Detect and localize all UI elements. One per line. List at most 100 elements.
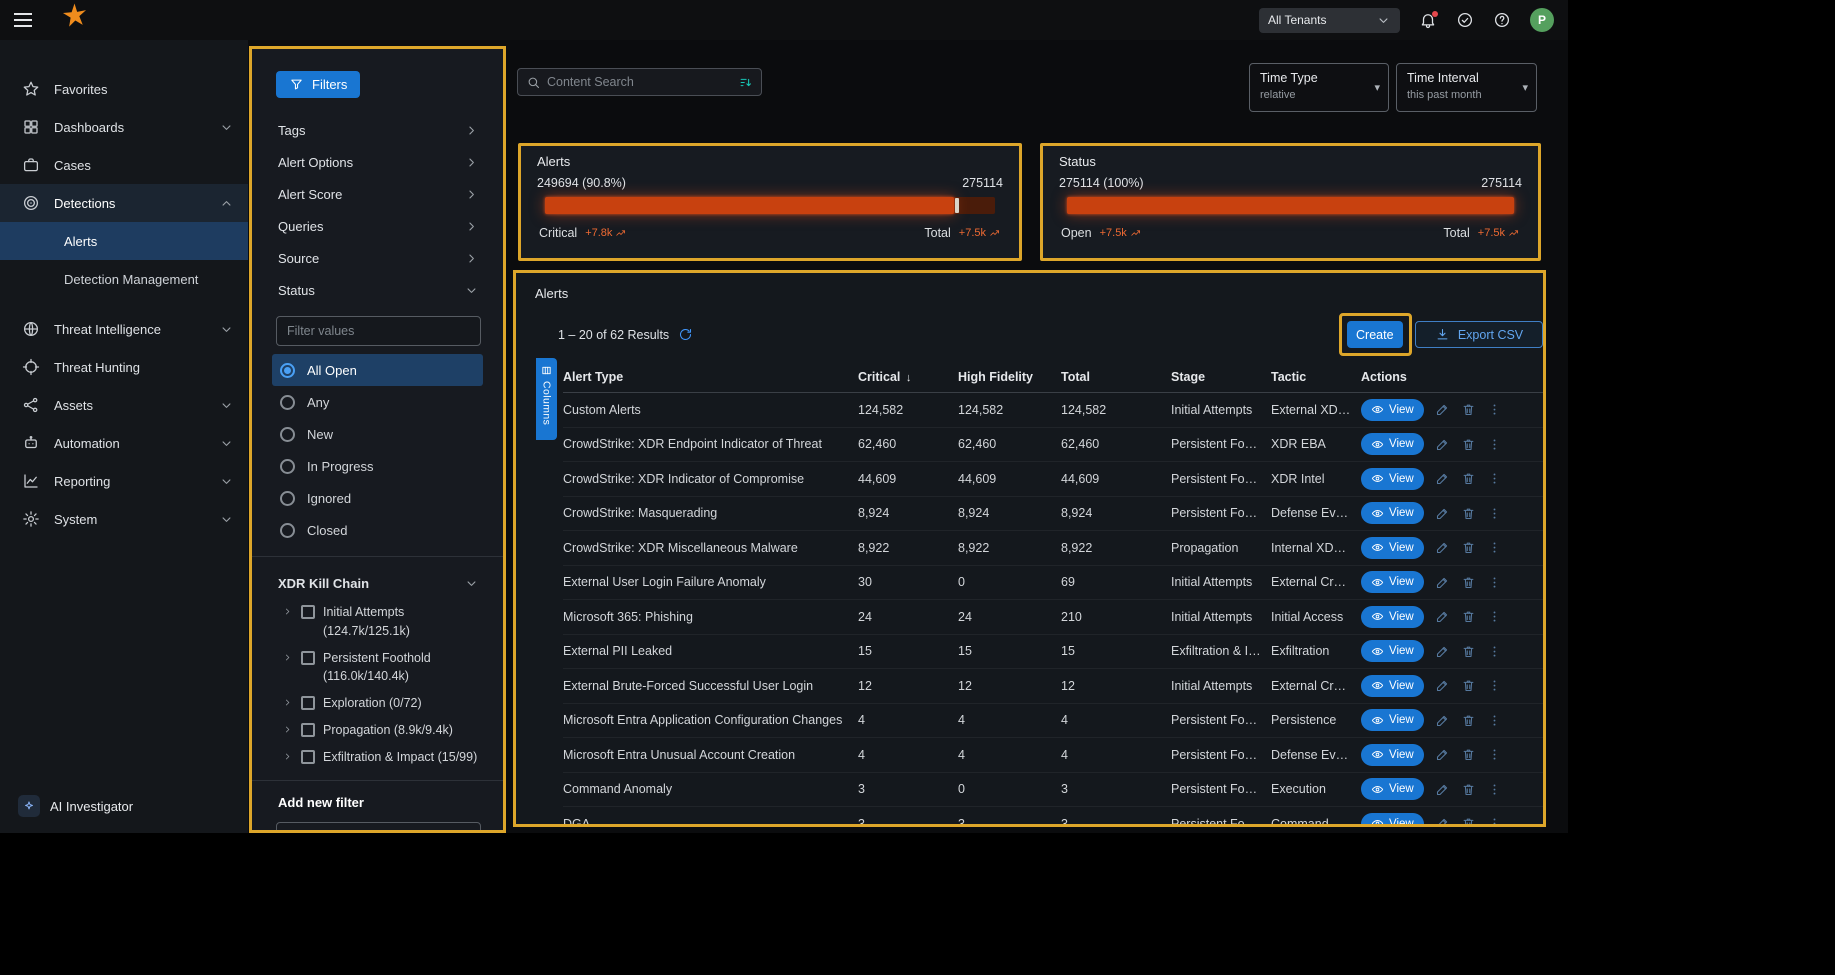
column-header-alert-type[interactable]: Alert Type — [563, 370, 858, 384]
more-icon[interactable] — [1487, 437, 1502, 452]
sidebar-item-reporting[interactable]: Reporting — [0, 462, 248, 500]
status-option-new[interactable]: New — [272, 418, 483, 450]
view-button[interactable]: View — [1361, 433, 1424, 455]
edit-icon[interactable] — [1435, 575, 1450, 590]
view-button[interactable]: View — [1361, 778, 1424, 800]
delete-icon[interactable] — [1461, 506, 1476, 521]
help-button[interactable] — [1493, 11, 1511, 29]
status-option-closed[interactable]: Closed — [272, 514, 483, 546]
view-button[interactable]: View — [1361, 502, 1424, 524]
sidebar-item-threat-hunting[interactable]: Threat Hunting — [0, 348, 248, 386]
filter-section-alert-score[interactable]: Alert Score — [252, 178, 503, 210]
sidebar-item-dashboards[interactable]: Dashboards — [0, 108, 248, 146]
time-type-select[interactable]: Time Type relative ▾ — [1249, 63, 1389, 112]
sidebar-item-detection-management[interactable]: Detection Management — [0, 260, 248, 298]
sidebar-item-cases[interactable]: Cases — [0, 146, 248, 184]
delete-icon[interactable] — [1461, 713, 1476, 728]
sidebar-item-system[interactable]: System — [0, 500, 248, 538]
tenant-selector[interactable]: All Tenants — [1259, 8, 1400, 33]
more-icon[interactable] — [1487, 644, 1502, 659]
view-button[interactable]: View — [1361, 537, 1424, 559]
status-option-ignored[interactable]: Ignored — [272, 482, 483, 514]
delete-icon[interactable] — [1461, 540, 1476, 555]
column-header-high-fidelity[interactable]: High Fidelity — [958, 370, 1061, 384]
delete-icon[interactable] — [1461, 678, 1476, 693]
edit-icon[interactable] — [1435, 609, 1450, 624]
delete-icon[interactable] — [1461, 437, 1476, 452]
column-header-total[interactable]: Total — [1061, 370, 1171, 384]
more-icon[interactable] — [1487, 540, 1502, 555]
kill-chain-item-initial-attempts[interactable]: Initial Attempts (124.7k/125.1k) — [252, 599, 503, 645]
more-icon[interactable] — [1487, 609, 1502, 624]
more-icon[interactable] — [1487, 678, 1502, 693]
view-button[interactable]: View — [1361, 813, 1424, 827]
edit-icon[interactable] — [1435, 540, 1450, 555]
edit-icon[interactable] — [1435, 678, 1450, 693]
delete-icon[interactable] — [1461, 816, 1476, 827]
status-option-all-open[interactable]: All Open — [272, 354, 483, 386]
sidebar-item-threat-intelligence[interactable]: Threat Intelligence — [0, 310, 248, 348]
notifications-button[interactable] — [1419, 11, 1437, 29]
more-icon[interactable] — [1487, 747, 1502, 762]
more-icon[interactable] — [1487, 713, 1502, 728]
more-icon[interactable] — [1487, 506, 1502, 521]
delete-icon[interactable] — [1461, 782, 1476, 797]
sidebar-item-automation[interactable]: Automation — [0, 424, 248, 462]
delete-icon[interactable] — [1461, 402, 1476, 417]
sidebar-item-alerts[interactable]: Alerts — [0, 222, 248, 260]
status-option-any[interactable]: Any — [272, 386, 483, 418]
delete-icon[interactable] — [1461, 644, 1476, 659]
edit-icon[interactable] — [1435, 437, 1450, 452]
menu-button[interactable] — [12, 19, 34, 21]
content-search-input[interactable] — [547, 75, 732, 89]
refresh-icon[interactable] — [678, 327, 693, 342]
kill-chain-item-exfiltration-impact[interactable]: Exfiltration & Impact (15/99) — [252, 744, 503, 771]
sidebar-item-assets[interactable]: Assets — [0, 386, 248, 424]
view-button[interactable]: View — [1361, 571, 1424, 593]
columns-tab[interactable]: Columns — [536, 358, 557, 440]
query-filter-icon[interactable] — [738, 75, 753, 90]
filter-section-status[interactable]: Status — [252, 274, 503, 306]
delete-icon[interactable] — [1461, 575, 1476, 590]
create-button[interactable]: Create — [1347, 321, 1403, 348]
delete-icon[interactable] — [1461, 471, 1476, 486]
filter-section-queries[interactable]: Queries — [252, 210, 503, 242]
kill-chain-item-persistent-foothold[interactable]: Persistent Foothold (116.0k/140.4k) — [252, 645, 503, 691]
column-header-tactic[interactable]: Tactic — [1271, 370, 1361, 384]
filter-section-tags[interactable]: Tags — [252, 114, 503, 146]
status-option-in-progress[interactable]: In Progress — [272, 450, 483, 482]
column-header-stage[interactable]: Stage — [1171, 370, 1271, 384]
column-header-critical[interactable]: Critical ↓ — [858, 370, 958, 384]
edit-icon[interactable] — [1435, 402, 1450, 417]
kill-chain-item-propagation[interactable]: Propagation (8.9k/9.4k) — [252, 717, 503, 744]
sidebar-item-ai-investigator[interactable]: AI Investigator — [18, 795, 133, 817]
more-icon[interactable] — [1487, 575, 1502, 590]
filter-values-input[interactable] — [276, 316, 481, 346]
more-icon[interactable] — [1487, 816, 1502, 827]
delete-icon[interactable] — [1461, 747, 1476, 762]
view-button[interactable]: View — [1361, 640, 1424, 662]
view-button[interactable]: View — [1361, 606, 1424, 628]
more-icon[interactable] — [1487, 471, 1502, 486]
delete-icon[interactable] — [1461, 609, 1476, 624]
edit-icon[interactable] — [1435, 782, 1450, 797]
edit-icon[interactable] — [1435, 506, 1450, 521]
edit-icon[interactable] — [1435, 644, 1450, 659]
user-avatar[interactable]: P — [1530, 8, 1554, 32]
more-icon[interactable] — [1487, 782, 1502, 797]
edit-icon[interactable] — [1435, 471, 1450, 486]
sidebar-item-detections[interactable]: Detections — [0, 184, 248, 222]
filter-section-source[interactable]: Source — [252, 242, 503, 274]
view-button[interactable]: View — [1361, 399, 1424, 421]
select-filter-input[interactable]: Select filter — [276, 822, 481, 833]
view-button[interactable]: View — [1361, 675, 1424, 697]
time-interval-select[interactable]: Time Interval this past month ▾ — [1396, 63, 1537, 112]
tasks-button[interactable] — [1456, 11, 1474, 29]
edit-icon[interactable] — [1435, 747, 1450, 762]
view-button[interactable]: View — [1361, 468, 1424, 490]
sidebar-item-favorites[interactable]: Favorites — [0, 70, 248, 108]
view-button[interactable]: View — [1361, 744, 1424, 766]
filter-section-alert-options[interactable]: Alert Options — [252, 146, 503, 178]
export-csv-button[interactable]: Export CSV — [1415, 321, 1543, 348]
kill-chain-section-header[interactable]: XDR Kill Chain — [252, 567, 503, 599]
